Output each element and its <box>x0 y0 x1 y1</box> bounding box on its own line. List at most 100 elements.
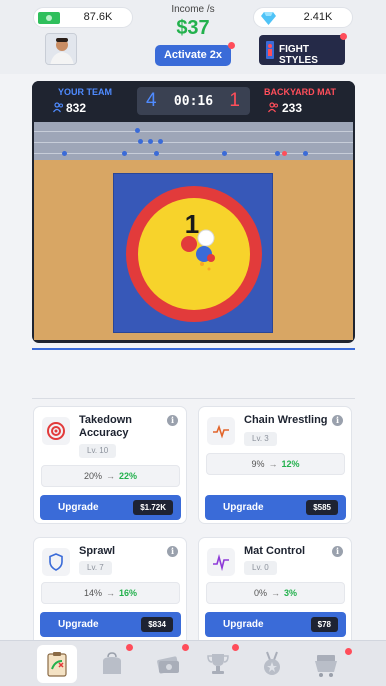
spectator <box>303 151 308 156</box>
gem-value: 2.41K <box>303 11 333 23</box>
icon-box <box>42 548 70 576</box>
wrestler-portrait-icon <box>46 34 76 64</box>
notification-dot <box>340 33 347 40</box>
arrow-right-icon: → <box>106 588 115 598</box>
upgrade-button[interactable]: Upgrade $1.72K <box>40 495 181 520</box>
icon-box <box>42 417 70 445</box>
upgrade-name: Chain Wrestling <box>244 414 328 426</box>
match-progress-line <box>32 348 355 350</box>
cash-cart-icon <box>315 655 337 677</box>
upgrade-price: $1.72K <box>133 500 173 515</box>
upgrade-card-sprawl: Sprawl i Lv. 7 14% → 16% Upgrade $834 <box>33 537 187 655</box>
wrestling-mat: 1 <box>113 173 273 333</box>
avatar[interactable] <box>45 33 77 65</box>
right-score: 1 <box>229 90 240 111</box>
shield-icon <box>49 553 63 571</box>
level-badge: Lv. 10 <box>79 444 117 458</box>
spectator <box>222 151 227 156</box>
level-badge: Lv. 3 <box>244 432 277 446</box>
gym-floor: 1 <box>34 122 353 340</box>
wave-icon <box>213 554 229 572</box>
stat-from: 14% <box>83 588 102 598</box>
nav-tab-market[interactable] <box>306 645 346 683</box>
scoreboard: YOUR TEAM 832 4 00:16 1 BACKYARD MAT 233 <box>32 81 355 122</box>
icon-box <box>207 548 235 576</box>
arena-panel: YOUR TEAM 832 4 00:16 1 BACKYARD MAT 233 <box>32 81 355 343</box>
nav-tab-upgrades[interactable] <box>37 645 77 683</box>
stat-from: 0% <box>253 588 267 598</box>
fight-styles-label: FIGHT STYLES <box>279 44 318 66</box>
notification-dot <box>126 644 133 651</box>
medal-icon <box>264 651 280 675</box>
spectator <box>282 151 287 156</box>
nav-tab-tournaments[interactable] <box>198 645 238 683</box>
upgrade-button[interactable]: Upgrade $78 <box>205 612 346 637</box>
bottom-nav <box>0 640 386 686</box>
bag-icon <box>103 652 121 674</box>
wrestler-icon <box>266 41 274 59</box>
level-badge: Lv. 7 <box>79 561 112 575</box>
stat-from: 9% <box>251 459 265 469</box>
upgrade-name: Mat Control <box>244 545 306 557</box>
spectator <box>62 151 67 156</box>
pulse-icon <box>213 424 229 439</box>
upgrade-button[interactable]: Upgrade $585 <box>205 495 346 520</box>
upgrade-price: $585 <box>306 500 338 515</box>
info-icon[interactable]: i <box>332 415 343 426</box>
upgrade-card-takedown-accuracy: Takedown Accuracy i Lv. 10 20% → 22% Upgra… <box>33 406 187 524</box>
spectator <box>135 128 140 133</box>
notification-dot <box>182 644 189 651</box>
upgrade-button-label: Upgrade <box>58 502 99 513</box>
left-team-name: YOUR TEAM <box>58 87 112 97</box>
upgrade-card-chain-wrestling: Chain Wrestling i Lv. 3 9% → 12% Upgrade $… <box>198 406 352 524</box>
level-badge: Lv. 0 <box>244 561 277 575</box>
cash-stack-icon <box>157 656 179 674</box>
trophy-icon <box>207 654 229 674</box>
clipboard-icon <box>47 652 67 677</box>
upgrade-button-label: Upgrade <box>58 619 99 630</box>
info-icon[interactable]: i <box>332 546 343 557</box>
spectator <box>275 151 280 156</box>
stat-change: 0% → 3% <box>206 582 345 604</box>
stat-to: 12% <box>281 459 300 469</box>
icon-box <box>207 417 235 445</box>
activate-2x-button[interactable]: Activate 2x <box>155 45 231 66</box>
notification-dot <box>232 644 239 651</box>
stat-change: 20% → 22% <box>41 465 180 487</box>
right-team-count: 233 <box>282 101 303 115</box>
people-icon <box>268 102 278 113</box>
upgrade-card-mat-control: Mat Control i Lv. 0 0% → 3% Upgrade $78 <box>198 537 352 655</box>
upgrade-name: Sprawl <box>79 545 116 557</box>
fight-styles-button[interactable]: FIGHT STYLES <box>259 35 345 66</box>
info-icon[interactable]: i <box>167 546 178 557</box>
spectator <box>154 151 159 156</box>
people-icon <box>53 102 63 113</box>
section-divider <box>32 398 355 399</box>
notification-dot <box>345 648 352 655</box>
target-icon <box>47 422 65 440</box>
notification-dot <box>228 42 235 49</box>
nav-tab-achievements[interactable] <box>252 645 292 683</box>
spectator <box>158 139 163 144</box>
upgrade-button-label: Upgrade <box>223 619 264 630</box>
upgrade-price: $78 <box>310 617 338 632</box>
score-box: 4 00:16 1 <box>137 87 250 115</box>
diamond-icon <box>261 12 276 25</box>
mat-number: 1 <box>185 209 199 239</box>
left-team-count: 832 <box>66 101 87 115</box>
stat-to: 22% <box>119 471 138 481</box>
nav-tab-shop[interactable] <box>92 645 132 683</box>
stat-to: 3% <box>284 588 298 598</box>
upgrade-button[interactable]: Upgrade $834 <box>40 612 181 637</box>
spectator <box>138 139 143 144</box>
info-icon[interactable]: i <box>167 415 178 426</box>
spectator <box>148 139 153 144</box>
upgrade-name: Takedown Accuracy <box>79 414 132 439</box>
arrow-right-icon: → <box>268 459 278 469</box>
arrow-right-icon: → <box>106 471 115 481</box>
spectator <box>122 151 127 156</box>
nav-tab-income[interactable] <box>148 645 188 683</box>
bleachers <box>34 122 353 160</box>
mat-circles: 1 <box>126 186 262 322</box>
stat-to: 16% <box>119 588 138 598</box>
